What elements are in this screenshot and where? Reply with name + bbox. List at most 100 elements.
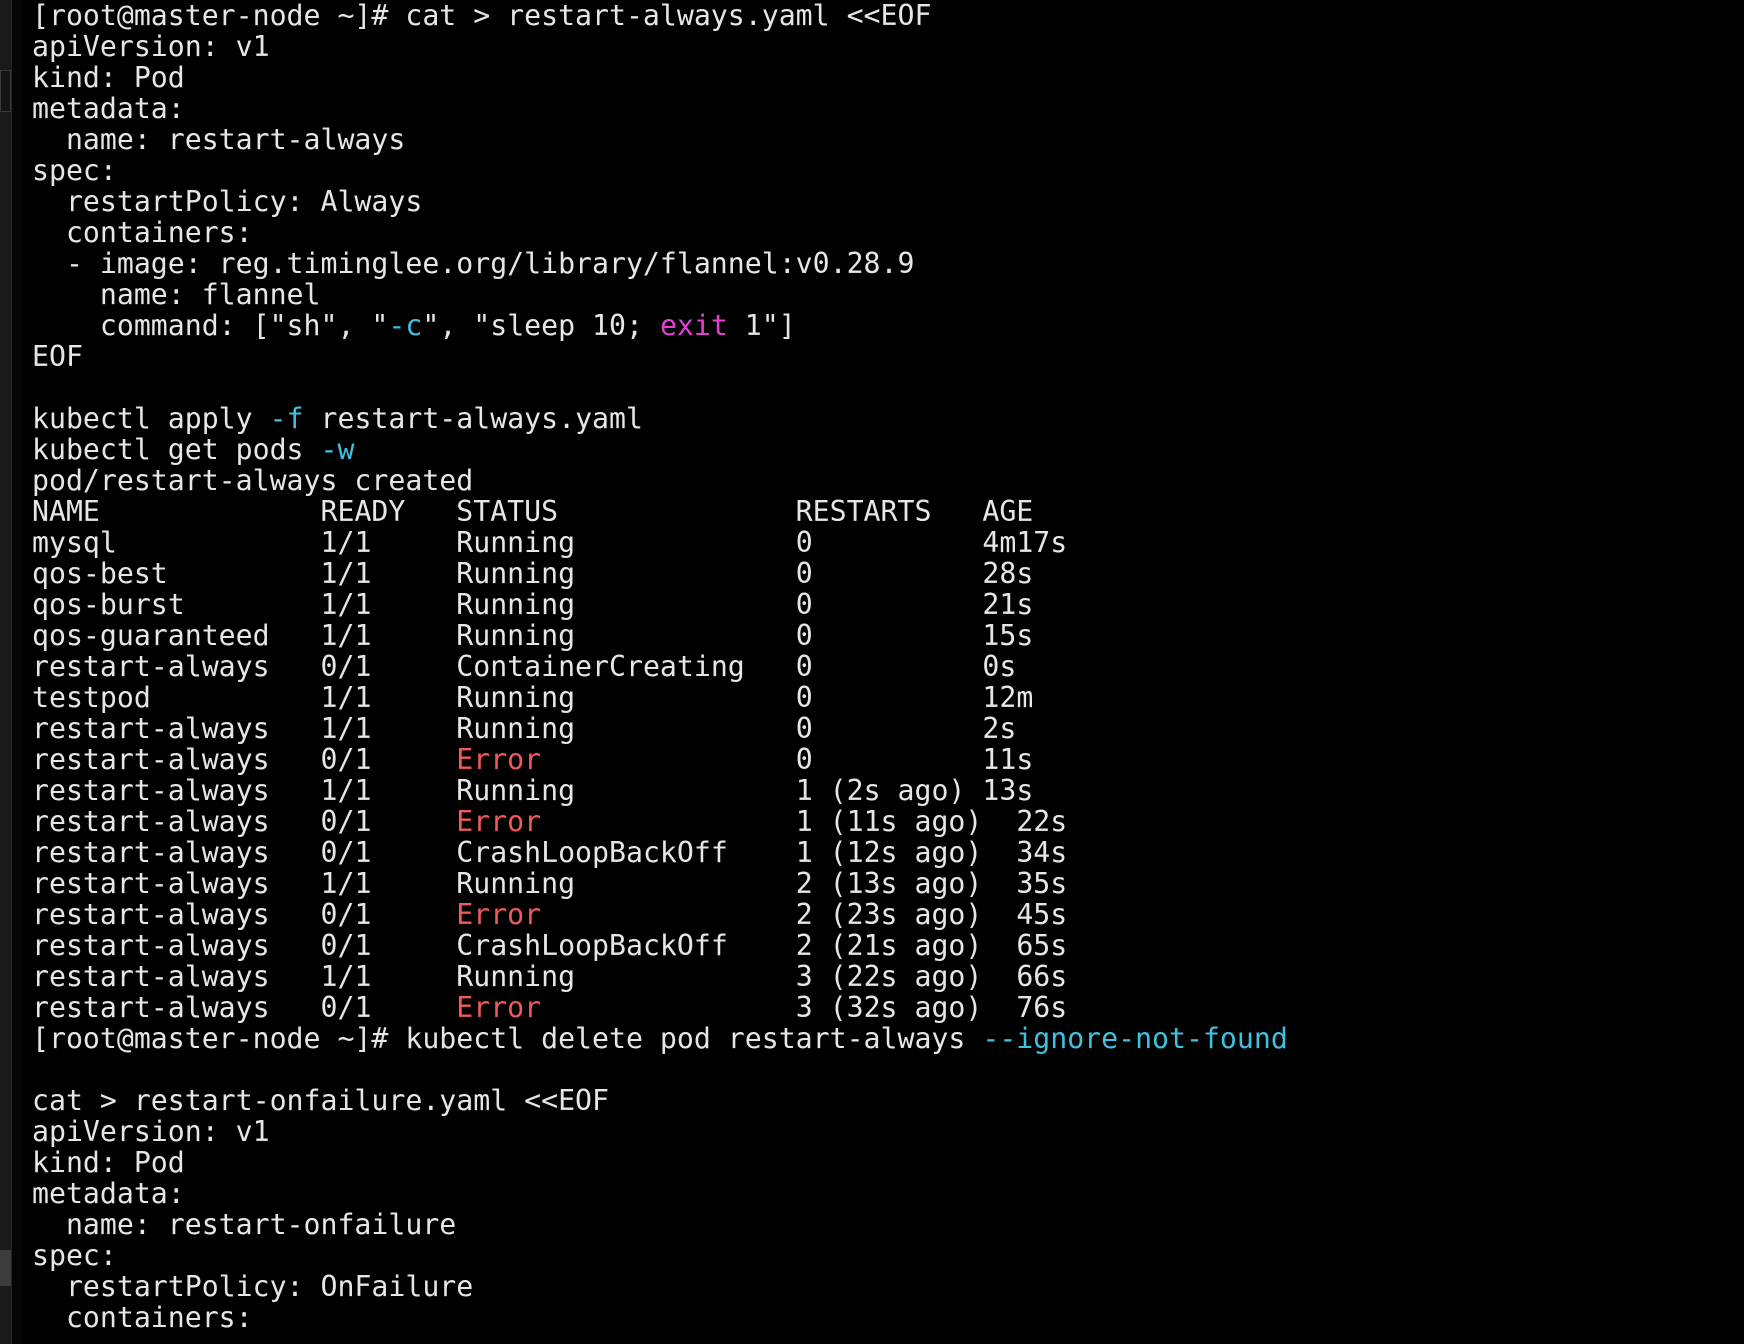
pod-name: restart-always xyxy=(32,836,321,869)
pod-ready: 1/1 xyxy=(320,712,457,745)
pod-restarts: 2 (23s ago) xyxy=(795,898,983,931)
pod-status: Running xyxy=(456,960,576,993)
pod-restarts: 1 (11s ago) xyxy=(795,805,983,838)
pod-age: 22s xyxy=(982,805,1068,838)
pod-status: CrashLoopBackOff xyxy=(456,929,728,962)
terminal-line: [root@master-node ~]# kubectl delete pod… xyxy=(32,1023,1744,1054)
terminal-line-get-pods: kubectl get pods -w xyxy=(32,434,1744,465)
pod-status-pad xyxy=(575,867,796,900)
terminal-line-apply: kubectl apply -f restart-always.yaml xyxy=(32,403,1744,434)
pod-status: ContainerCreating xyxy=(456,650,745,683)
terminal-line: name: restart-onfailure xyxy=(32,1208,457,1241)
terminal-line: kind: Pod xyxy=(32,1146,185,1179)
table-row: restart-always 1/1 Running 1 (2s ago) 13… xyxy=(32,775,1744,806)
table-row: testpod 1/1 Running 0 12m xyxy=(32,682,1744,713)
pod-age: 65s xyxy=(982,929,1068,962)
pod-age: 28s xyxy=(982,557,1034,590)
pod-name: mysql xyxy=(32,526,321,559)
pod-status-pad xyxy=(575,526,796,559)
terminal-output[interactable]: [root@master-node ~]# cat > restart-alwa… xyxy=(32,0,1744,1344)
table-row: restart-always 1/1 Running 0 2s xyxy=(32,713,1744,744)
pod-status: Running xyxy=(456,619,576,652)
pod-age: 21s xyxy=(982,588,1034,621)
code-text: 1"] xyxy=(727,309,796,342)
pod-age: 76s xyxy=(982,991,1068,1024)
pod-restarts: 0 xyxy=(795,650,983,683)
col-status-header: STATUS xyxy=(456,495,796,528)
pod-status: Running xyxy=(456,867,576,900)
table-row: qos-best 1/1 Running 0 28s xyxy=(32,558,1744,589)
pod-status-pad xyxy=(728,929,796,962)
pod-restarts: 2 (21s ago) xyxy=(795,929,983,962)
pod-status-pad xyxy=(575,619,796,652)
rail-scroll-marker-upper[interactable] xyxy=(0,70,11,112)
code-text: kubectl get pods xyxy=(32,433,321,466)
code-text: [root@master-node ~]# kubectl delete pod… xyxy=(32,1022,983,1055)
pod-ready: 1/1 xyxy=(320,960,457,993)
pod-age: 35s xyxy=(982,867,1068,900)
table-row: restart-always 0/1 Error 1 (11s ago) 22s xyxy=(32,806,1744,837)
pod-ready: 0/1 xyxy=(320,743,457,776)
pod-status-pad xyxy=(575,774,796,807)
terminal-line-command: command: ["sh", "-c", "sleep 10; exit 1"… xyxy=(32,310,1744,341)
code-flag: -f xyxy=(269,402,304,435)
terminal-line: metadata: xyxy=(32,1177,185,1210)
pod-name: restart-always xyxy=(32,960,321,993)
terminal-line: restartPolicy: Always xyxy=(32,185,423,218)
code-text: restart-always.yaml xyxy=(303,402,643,435)
pod-ready: 1/1 xyxy=(320,588,457,621)
pod-age: 13s xyxy=(982,774,1034,807)
code-text: ", "sleep 10; xyxy=(422,309,660,342)
pod-name: restart-always xyxy=(32,712,321,745)
pod-ready: 1/1 xyxy=(320,557,457,590)
pod-status: Running xyxy=(456,712,576,745)
pod-name: restart-always xyxy=(32,991,321,1024)
pod-restarts: 1 (2s ago) xyxy=(795,774,983,807)
code-keyword: exit xyxy=(659,309,728,342)
pod-status-pad xyxy=(541,991,796,1024)
terminal-line: containers: xyxy=(32,216,253,249)
pod-name: restart-always xyxy=(32,929,321,962)
table-row: mysql 1/1 Running 0 4m17s xyxy=(32,527,1744,558)
terminal-line: kind: Pod xyxy=(32,61,185,94)
pod-name: testpod xyxy=(32,681,321,714)
pod-ready: 0/1 xyxy=(320,805,457,838)
pod-age: 45s xyxy=(982,898,1068,931)
code-flag: --ignore-not-found xyxy=(982,1022,1288,1055)
terminal-line: name: flannel xyxy=(32,278,321,311)
pod-status: Error xyxy=(456,898,542,931)
terminal-line: spec: xyxy=(32,154,117,187)
rail-scroll-marker-lower[interactable] xyxy=(0,1250,11,1286)
pods-table-header: NAME READY STATUS RESTARTS AGE xyxy=(32,496,1744,527)
terminal-line: [root@master-node ~]# cat > restart-alwa… xyxy=(32,0,932,32)
pod-ready: 0/1 xyxy=(320,929,457,962)
pod-name: qos-burst xyxy=(32,588,321,621)
pod-status: Running xyxy=(456,588,576,621)
pod-status-pad xyxy=(575,588,796,621)
terminal-line: containers: xyxy=(32,1301,253,1334)
pod-restarts: 0 xyxy=(795,743,983,776)
terminal-tail: [root@master-node ~]# kubectl delete pod… xyxy=(32,1023,1744,1333)
pod-status-pad xyxy=(575,712,796,745)
pod-ready: 0/1 xyxy=(320,650,457,683)
pod-restarts: 0 xyxy=(795,557,983,590)
pod-age: 15s xyxy=(982,619,1034,652)
pod-name: restart-always xyxy=(32,805,321,838)
pod-ready: 1/1 xyxy=(320,867,457,900)
table-row: qos-burst 1/1 Running 0 21s xyxy=(32,589,1744,620)
pod-age: 66s xyxy=(982,960,1068,993)
terminal-line: apiVersion: v1 xyxy=(32,1115,270,1148)
pod-restarts: 0 xyxy=(795,526,983,559)
pod-name: restart-always xyxy=(32,774,321,807)
table-row: restart-always 0/1 Error 3 (32s ago) 76s xyxy=(32,992,1744,1023)
pod-ready: 0/1 xyxy=(320,836,457,869)
pod-status-pad xyxy=(575,557,796,590)
table-row: restart-always 0/1 Error 2 (23s ago) 45s xyxy=(32,899,1744,930)
table-row: restart-always 0/1 CrashLoopBackOff 2 (2… xyxy=(32,930,1744,961)
pods-table: NAME READY STATUS RESTARTS AGE mysql 1/1 … xyxy=(32,496,1744,1023)
code-flag: -c xyxy=(388,309,423,342)
pod-restarts: 1 (12s ago) xyxy=(795,836,983,869)
pod-status-pad xyxy=(541,898,796,931)
